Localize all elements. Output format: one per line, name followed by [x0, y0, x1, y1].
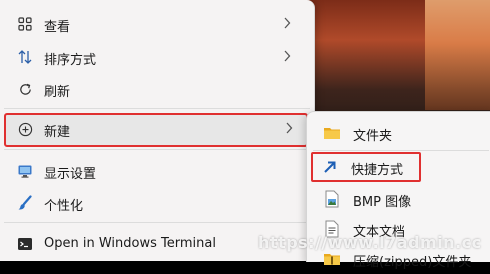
- submenu-item-label: 快捷方式: [351, 163, 404, 178]
- menu-item-label: 显示设置: [44, 167, 97, 182]
- menu-separator: [4, 149, 310, 150]
- submenu-item-label: 文件夹: [353, 129, 393, 144]
- menu-item-label: 个性化: [44, 199, 84, 214]
- wallpaper-glow: [425, 0, 490, 110]
- menu-item-sort-by[interactable]: 排序方式: [4, 41, 306, 73]
- brush-icon: [16, 194, 34, 212]
- menu-item-label: 新建: [44, 125, 71, 140]
- submenu-item-label: BMP 图像: [353, 195, 412, 210]
- submenu-item-shortcut[interactable]: 快捷方式: [311, 152, 421, 182]
- menu-item-label: 查看: [44, 20, 71, 35]
- submenu-separator: [313, 150, 489, 151]
- refresh-icon: [16, 80, 34, 98]
- submenu-item-bmp-image[interactable]: BMP 图像: [311, 184, 490, 214]
- sort-arrows-icon: [16, 48, 34, 66]
- watermark: https://www.l7admin.cc: [258, 233, 482, 252]
- menu-separator: [4, 222, 310, 223]
- chevron-right-icon: [280, 16, 294, 30]
- zip-folder-icon: [323, 250, 341, 268]
- display-icon: [16, 162, 34, 180]
- chevron-right-icon: [282, 121, 296, 135]
- folder-icon: [323, 124, 341, 142]
- menu-item-display-settings[interactable]: 显示设置: [4, 155, 306, 187]
- shortcut-arrow-icon: [321, 158, 339, 176]
- desktop-context-menu: 查看 排序方式 刷新 新建 显示设置 个性化 Open in Windows T…: [0, 0, 315, 261]
- menu-item-personalize[interactable]: 个性化: [4, 187, 306, 219]
- bmp-image-icon: [323, 190, 341, 208]
- chevron-right-icon: [280, 49, 294, 63]
- menu-separator: [4, 108, 310, 109]
- menu-item-label: 排序方式: [44, 53, 97, 68]
- add-circle-icon: [16, 120, 34, 138]
- submenu-item-folder[interactable]: 文件夹: [311, 118, 490, 148]
- menu-item-refresh[interactable]: 刷新: [4, 73, 306, 105]
- menu-item-new[interactable]: 新建: [4, 113, 308, 147]
- terminal-icon: [16, 235, 34, 253]
- grid-icon: [16, 15, 34, 33]
- menu-item-view[interactable]: 查看: [4, 8, 306, 40]
- menu-item-label: 刷新: [44, 85, 71, 100]
- menu-item-label: Open in Windows Terminal: [44, 236, 216, 251]
